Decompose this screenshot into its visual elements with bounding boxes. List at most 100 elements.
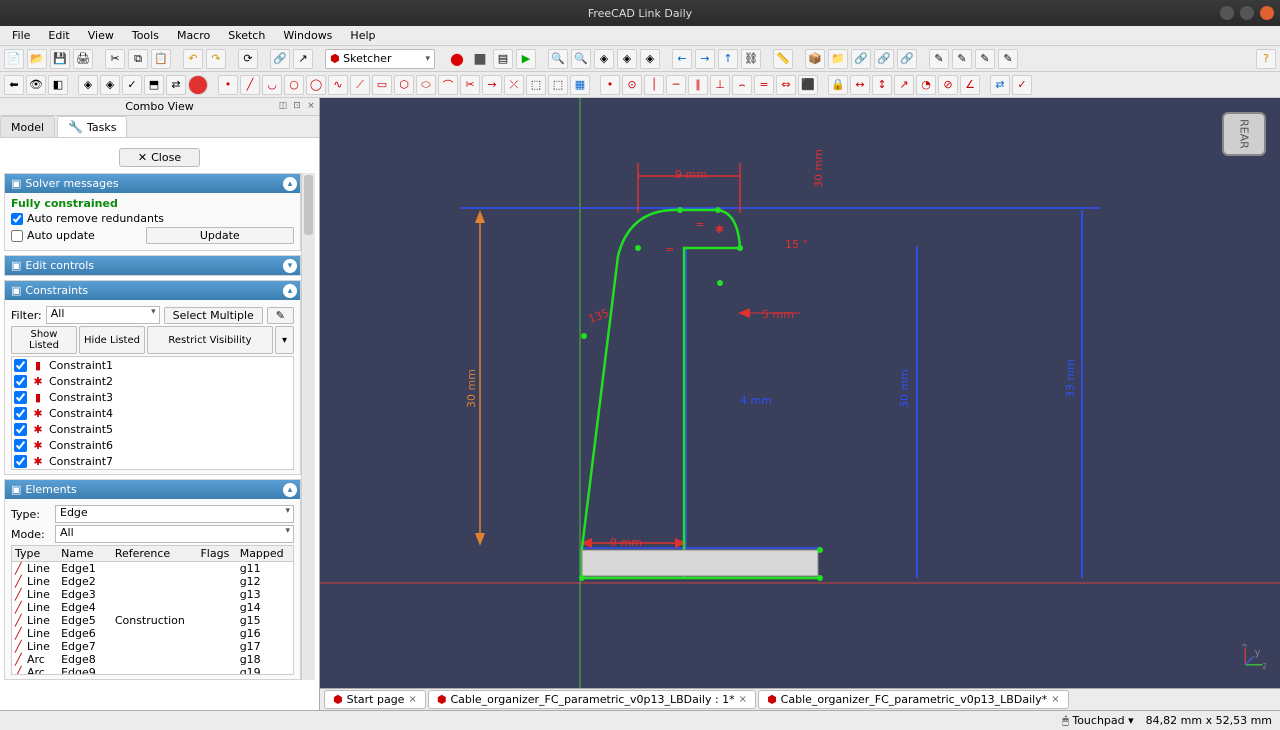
select-multiple-button[interactable]: Select Multiple	[164, 307, 263, 324]
new-icon[interactable]: 📄	[4, 49, 24, 69]
constraints-header[interactable]: ▣ Constraints▴	[5, 281, 300, 300]
close-sketch-button[interactable]: ✕Close	[119, 148, 200, 167]
table-row[interactable]: ╱LineEdge7g17	[12, 640, 293, 653]
tab-close-icon[interactable]: ×	[739, 694, 747, 705]
menu-windows[interactable]: Windows	[275, 27, 340, 44]
link-replace-icon[interactable]: 🔗	[897, 49, 917, 69]
horizontal-icon[interactable]: ─	[666, 75, 686, 95]
stop-icon[interactable]: ■	[470, 49, 490, 69]
constraint-item[interactable]: ✱Constraint5	[12, 421, 293, 437]
sketch-edit-icon[interactable]: ✎	[952, 49, 972, 69]
table-row[interactable]: ╱ArcEdge8g18	[12, 653, 293, 666]
tab-tasks[interactable]: 🔧Tasks	[57, 116, 127, 137]
coincident-icon[interactable]: •	[600, 75, 620, 95]
pointon-icon[interactable]: ⊙	[622, 75, 642, 95]
minimize-icon[interactable]	[1220, 6, 1234, 20]
collapse-icon[interactable]: ▴	[283, 483, 297, 497]
panel-pin-icon[interactable]: ⊡	[291, 101, 303, 113]
point-icon[interactable]: •	[218, 75, 238, 95]
refresh-icon[interactable]: ⟳	[238, 49, 258, 69]
mirror-icon[interactable]: ⇄	[166, 75, 186, 95]
constraint-item[interactable]: ✱Constraint2	[12, 373, 293, 389]
measure-icon[interactable]: 📏	[773, 49, 793, 69]
edit-controls-header[interactable]: ▣ Edit controls▾	[5, 256, 300, 275]
link-icon[interactable]: 🔗	[270, 49, 290, 69]
maximize-icon[interactable]	[1240, 6, 1254, 20]
perpendicular-icon[interactable]: ⊥	[710, 75, 730, 95]
trim-icon[interactable]: ✂	[460, 75, 480, 95]
map-sketch-icon[interactable]: ◈	[78, 75, 98, 95]
menu-edit[interactable]: Edit	[40, 27, 77, 44]
panel-float-icon[interactable]: ◫	[277, 101, 289, 113]
parallel-icon[interactable]: ∥	[688, 75, 708, 95]
tangent-icon[interactable]: ⌢	[732, 75, 752, 95]
nav-right-icon[interactable]: →	[695, 49, 715, 69]
tab-close-icon[interactable]: ×	[408, 694, 416, 705]
angle-icon[interactable]: ∠	[960, 75, 980, 95]
circle-icon[interactable]: ○	[284, 75, 304, 95]
collapse-icon[interactable]: ▾	[283, 259, 297, 273]
table-row[interactable]: ╱LineEdge2g12	[12, 575, 293, 588]
constraint-item[interactable]: ✱Constraint6	[12, 437, 293, 453]
record-icon[interactable]: ●	[447, 49, 467, 69]
paste-icon[interactable]: 📋	[151, 49, 171, 69]
extend-icon[interactable]: →	[482, 75, 502, 95]
save-icon[interactable]: 💾	[50, 49, 70, 69]
dist-icon[interactable]: ↗	[894, 75, 914, 95]
fit-icon[interactable]: 🔍	[548, 49, 568, 69]
arrow-icon[interactable]: ↗	[293, 49, 313, 69]
symmetric-icon[interactable]: ⇔	[776, 75, 796, 95]
external-icon[interactable]: ⬚	[526, 75, 546, 95]
show-listed-button[interactable]: Show Listed	[11, 326, 77, 354]
group-icon[interactable]: 📁	[828, 49, 848, 69]
diameter-icon[interactable]: ⊘	[938, 75, 958, 95]
cut-icon[interactable]: ✂	[105, 49, 125, 69]
restrict-dropdown[interactable]: ▾	[275, 326, 294, 354]
copy-icon[interactable]: ⧉	[128, 49, 148, 69]
open-icon[interactable]: 📂	[27, 49, 47, 69]
tab-model[interactable]: Model	[0, 116, 55, 137]
sketch-reorient-icon[interactable]: ✎	[998, 49, 1018, 69]
filter-select[interactable]: All	[46, 306, 160, 324]
activate-icon[interactable]: ✓	[1012, 75, 1032, 95]
play-icon[interactable]: ▶	[516, 49, 536, 69]
carbon-icon[interactable]: ⬚	[548, 75, 568, 95]
conic-icon[interactable]: ◯	[306, 75, 326, 95]
sketch-map-icon[interactable]: ✎	[975, 49, 995, 69]
construction-icon[interactable]: ▦	[570, 75, 590, 95]
nav-left-icon[interactable]: ←	[672, 49, 692, 69]
mode-select[interactable]: All	[55, 525, 294, 543]
undo-icon[interactable]: ↶	[183, 49, 203, 69]
file-tab[interactable]: ⬢Cable_organizer_FC_parametric_v0p13_LBD…	[428, 690, 756, 709]
constraints-list[interactable]: ▮Constraint1 ✱Constraint2 ▮Constraint3 ✱…	[11, 356, 294, 470]
part-icon[interactable]: 📦	[805, 49, 825, 69]
hide-listed-button[interactable]: Hide Listed	[79, 326, 145, 354]
table-row[interactable]: ╱LineEdge1g11	[12, 562, 293, 576]
constraint-item[interactable]: ✱Constraint4	[12, 405, 293, 421]
constraint-item[interactable]: ✱Constraint7	[12, 453, 293, 469]
workbench-selector[interactable]: ⬢ Sketcher	[325, 49, 435, 69]
panel-close-icon[interactable]: ×	[305, 101, 317, 113]
toggle-driving-icon[interactable]: ⇄	[990, 75, 1010, 95]
vertical-icon[interactable]: │	[644, 75, 664, 95]
menu-sketch[interactable]: Sketch	[220, 27, 273, 44]
filter-settings-button[interactable]: ✎	[267, 307, 294, 324]
restrict-visibility-button[interactable]: Restrict Visibility	[147, 326, 273, 354]
bspline-icon[interactable]: ∿	[328, 75, 348, 95]
3d-viewport[interactable]: REAR	[320, 98, 1280, 710]
table-row[interactable]: ╱LineEdge5Constructiong15	[12, 614, 293, 627]
fillet-icon[interactable]: ⌒	[438, 75, 458, 95]
menu-macro[interactable]: Macro	[169, 27, 218, 44]
nav-up-icon[interactable]: ↑	[718, 49, 738, 69]
lock-icon[interactable]: 🔒	[828, 75, 848, 95]
link-make-icon[interactable]: 🔗	[851, 49, 871, 69]
file-tab[interactable]: ⬢Cable_organizer_FC_parametric_v0p13_LBD…	[758, 690, 1069, 709]
elements-table[interactable]: Type Name Reference Flags Mapped ╱LineEd…	[12, 546, 293, 675]
constraint-item[interactable]: ▮Constraint1	[12, 357, 293, 373]
constraint-item[interactable]: ▮Constraint3	[12, 389, 293, 405]
menu-file[interactable]: File	[4, 27, 38, 44]
solver-header[interactable]: ▣ Solver messages▴	[5, 174, 300, 193]
arc-icon[interactable]: ◡	[262, 75, 282, 95]
validate-icon[interactable]: ✓	[122, 75, 142, 95]
view-front-icon[interactable]: ◈	[617, 49, 637, 69]
